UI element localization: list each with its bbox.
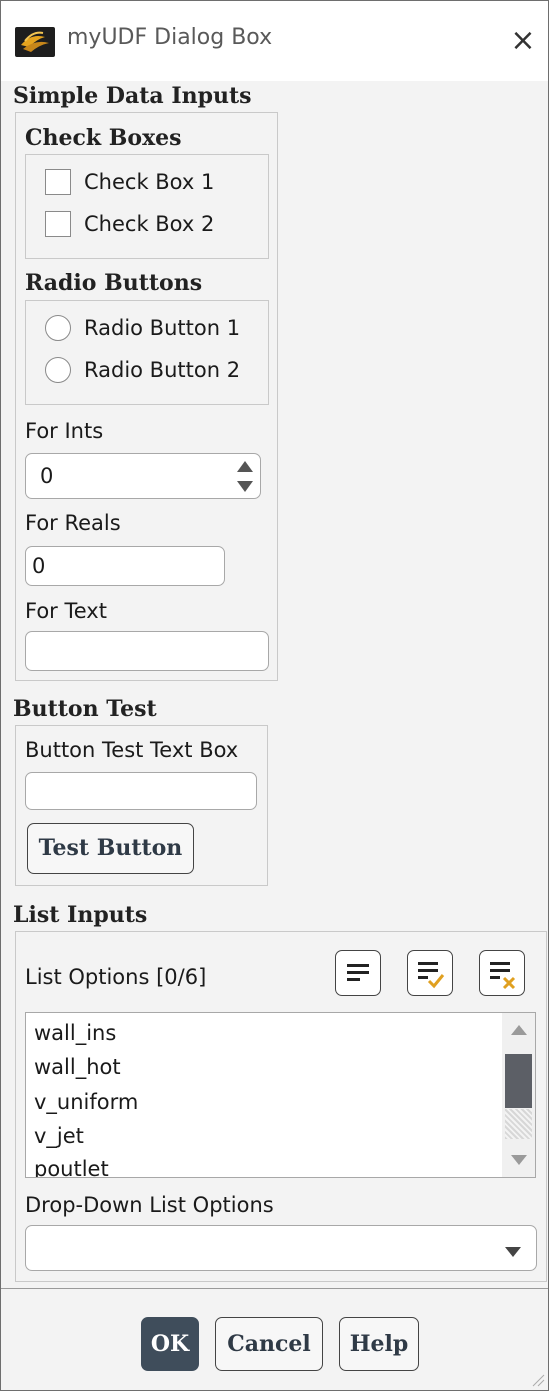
check-box-2-label: Check Box 2: [84, 212, 215, 236]
title-bar: myUDF Dialog Box ×: [1, 1, 548, 81]
list-item[interactable]: wall_hot: [34, 1055, 121, 1079]
reals-label: For Reals: [25, 511, 121, 535]
dialog-title: myUDF Dialog Box: [67, 25, 273, 50]
radio-buttons-title: Radio Buttons: [25, 270, 203, 296]
deselect-all-icon[interactable]: [479, 950, 525, 996]
check-boxes-group: Check Box 1 Check Box 2: [25, 154, 269, 259]
list-options-title: List Options: [25, 965, 150, 989]
radio-buttons-group: Radio Button 1 Radio Button 2: [25, 300, 269, 405]
scroll-down-icon[interactable]: [510, 1151, 528, 1170]
scroll-track[interactable]: [505, 1109, 532, 1139]
cancel-button[interactable]: Cancel: [215, 1317, 323, 1371]
simple-inputs-title: Simple Data Inputs: [13, 83, 252, 109]
text-input[interactable]: [25, 631, 269, 671]
ints-value: 0: [40, 464, 54, 488]
simple-inputs-group: Check Boxes Check Box 1 Check Box 2 Radi…: [15, 112, 278, 681]
dropdown-select[interactable]: [25, 1225, 537, 1271]
reals-input[interactable]: 0: [25, 546, 225, 586]
list-item[interactable]: wall_ins: [34, 1021, 116, 1045]
ok-button[interactable]: OK: [141, 1317, 199, 1371]
list-inputs-title: List Inputs: [13, 902, 148, 928]
ints-spinner[interactable]: 0: [25, 453, 261, 499]
scroll-thumb[interactable]: [505, 1054, 532, 1108]
udf-dialog: myUDF Dialog Box × Simple Data Inputs Ch…: [0, 0, 549, 1391]
dropdown-label: Drop-Down List Options: [25, 1193, 274, 1217]
fluent-app-icon: [15, 27, 55, 57]
scroll-up-icon[interactable]: [510, 1021, 528, 1040]
test-button[interactable]: Test Button: [27, 823, 194, 874]
check-box-1[interactable]: [45, 169, 71, 195]
check-box-2[interactable]: [45, 211, 71, 237]
list-options-count: [0/6]: [156, 965, 207, 989]
check-box-1-label: Check Box 1: [84, 170, 215, 194]
radio-button-1[interactable]: [45, 315, 71, 341]
chevron-down-icon[interactable]: [504, 1243, 522, 1262]
list-options-label: List Options [0/6]: [25, 965, 206, 989]
help-button[interactable]: Help: [339, 1317, 419, 1371]
button-test-group: Button Test Text Box Test Button: [15, 725, 268, 886]
close-icon[interactable]: ×: [507, 21, 539, 61]
ints-label: For Ints: [25, 419, 104, 443]
radio-button-1-label: Radio Button 1: [84, 316, 241, 340]
list-item[interactable]: v_uniform: [34, 1090, 138, 1114]
check-boxes-title: Check Boxes: [25, 125, 182, 151]
list-scrollbar[interactable]: [502, 1013, 535, 1177]
reals-value: 0: [32, 554, 46, 578]
button-test-textbox-label: Button Test Text Box: [25, 738, 239, 762]
button-test-title: Button Test: [13, 696, 157, 722]
radio-button-2[interactable]: [45, 357, 71, 383]
radio-button-2-label: Radio Button 2: [84, 358, 241, 382]
button-test-textbox[interactable]: [25, 772, 257, 810]
select-check-icon[interactable]: [407, 950, 453, 996]
spin-up-icon[interactable]: [236, 459, 254, 478]
text-label: For Text: [25, 599, 107, 623]
list-item[interactable]: v_jet: [34, 1124, 84, 1148]
footer-divider: [1, 1288, 548, 1289]
spin-down-icon[interactable]: [236, 478, 254, 497]
list-item[interactable]: poutlet: [34, 1157, 109, 1177]
select-all-icon[interactable]: [335, 950, 381, 996]
list-options-box[interactable]: wall_ins wall_hot v_uniform v_jet poutle…: [25, 1012, 536, 1178]
resize-grip-icon[interactable]: [529, 1371, 545, 1391]
